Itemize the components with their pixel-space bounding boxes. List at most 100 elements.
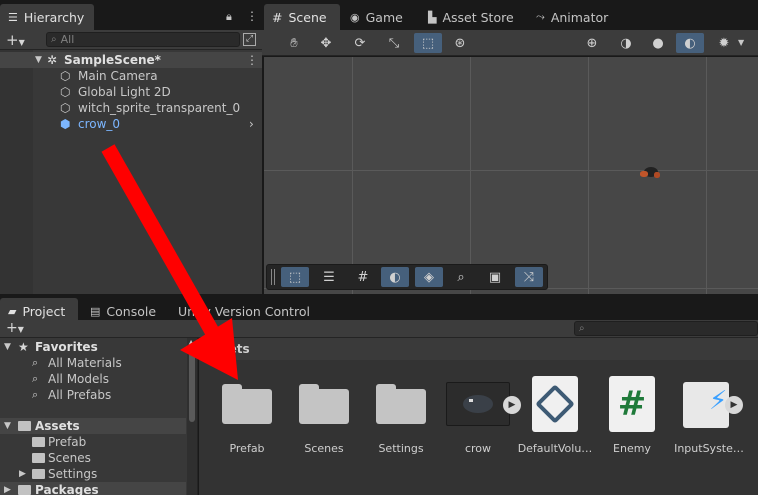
tree-item-settings[interactable]: ▶ Settings: [0, 466, 186, 482]
lock-icon[interactable]: 🔒︎: [226, 10, 232, 24]
asset-item-settings[interactable]: Settings: [363, 372, 439, 455]
gameobject-cube-icon: ⬡: [60, 69, 71, 83]
more-menu-icon[interactable]: ⋮: [246, 9, 258, 23]
chevron-right-icon[interactable]: ›: [249, 117, 254, 131]
expand-arrow-icon[interactable]: ▼: [35, 55, 42, 65]
asset-label: Enemy: [613, 442, 651, 455]
hierarchy-item-main-camera[interactable]: ⬡ Main Camera: [0, 68, 262, 84]
tab-game-label: Game: [365, 9, 403, 25]
hierarchy-item-label: witch_sprite_transparent_0: [78, 101, 241, 115]
shaded-wireframe-icon[interactable]: ◑: [612, 33, 640, 53]
tree-item-all-materials[interactable]: ⌕ All Materials: [0, 355, 186, 371]
unlit-shading-icon[interactable]: ◐: [676, 33, 704, 53]
scene-more-icon[interactable]: ⋮: [246, 53, 258, 67]
shuffle-icon[interactable]: ⤨: [515, 267, 543, 287]
layers-icon[interactable]: ◈: [415, 267, 443, 287]
scroll-up-icon[interactable]: ▲: [188, 338, 194, 347]
tree-item-scenes[interactable]: Scenes: [0, 450, 186, 466]
expand-arrow-icon[interactable]: ▼: [4, 342, 11, 352]
tree-item-label: Prefab: [48, 435, 87, 449]
folder-icon: [369, 372, 433, 436]
tab-animator-label: Animator: [550, 9, 609, 25]
hierarchy-item-global-light[interactable]: ⬡ Global Light 2D: [0, 84, 262, 100]
hierarchy-item-label: crow_0: [78, 117, 121, 131]
asset-item-scenes[interactable]: Scenes: [286, 372, 362, 455]
tree-item-assets[interactable]: ▼ Assets: [0, 418, 186, 434]
animator-icon: ⤳: [536, 10, 545, 23]
hand-tool-icon[interactable]: ✋︎: [280, 33, 308, 53]
zoom-icon[interactable]: ⌕: [447, 267, 475, 287]
asset-item-enemy[interactable]: # Enemy: [594, 372, 670, 455]
add-dropdown-button[interactable]: +▼: [6, 320, 24, 336]
folder-icon: [18, 485, 31, 495]
asset-item-input-system[interactable]: ⚡︎ ▶ InputSyste…: [671, 372, 747, 455]
scene-viewport[interactable]: [264, 57, 758, 294]
hierarchy-toolbar: +▼ ⌕ All ⤢: [0, 30, 262, 50]
wireframe-shading-icon[interactable]: ⊕: [578, 33, 606, 53]
prefab-cube-icon: ⬢: [60, 117, 71, 131]
scrollbar-thumb[interactable]: [189, 352, 195, 422]
expand-arrow-icon[interactable]: ▶: [19, 469, 26, 479]
hierarchy-tabbar: ☰ Hierarchy 🔒︎ ⋮: [0, 0, 262, 30]
tree-item-label: Packages: [35, 483, 99, 495]
tab-asset-store-label: Asset Store: [442, 9, 514, 25]
asset-item-crow[interactable]: ▶ crow: [440, 372, 521, 455]
tree-item-prefab[interactable]: Prefab: [0, 434, 186, 450]
scene-row[interactable]: ▼ ✲ SampleScene* ⋮: [0, 52, 262, 68]
tab-asset-store[interactable]: ▙ Asset Store: [420, 4, 524, 30]
scene-tabbar: # Scene ◉ Game ▙ Asset Store ⤳ Animator: [262, 0, 758, 30]
volume-profile-icon: [523, 372, 587, 436]
scene-visibility-icon[interactable]: ⤢: [243, 33, 256, 46]
add-dropdown-button[interactable]: +▼: [6, 31, 25, 49]
asset-label: crow: [464, 442, 492, 455]
rotate-tool-icon[interactable]: ⟳: [346, 33, 374, 53]
tree-item-packages[interactable]: ▶ Packages: [0, 482, 186, 495]
tree-item-all-prefabs[interactable]: ⌕ All Prefabs: [0, 387, 186, 403]
chevron-down-icon: ▼: [17, 325, 24, 334]
project-toolbar: +▼ ⌕: [0, 320, 758, 338]
hierarchy-item-crow[interactable]: ⬢ crow_0 ›: [0, 116, 262, 132]
gameobject-cube-icon: ⬡: [60, 101, 71, 115]
tree-item-favorites[interactable]: ▼ ★ Favorites: [0, 339, 186, 355]
scale-tool-icon[interactable]: ⤡: [380, 33, 408, 53]
tab-hierarchy[interactable]: ☰ Hierarchy: [0, 4, 94, 30]
tab-game[interactable]: ◉ Game: [342, 4, 413, 30]
tab-project-label: Project: [22, 303, 66, 319]
shaded-icon[interactable]: ●: [644, 33, 672, 53]
asset-item-default-volume[interactable]: DefaultVolu…: [517, 372, 593, 455]
list-icon: ☰: [8, 10, 18, 24]
project-folder-tree: ▼ ★ Favorites ⌕ All Materials ⌕ All Mode…: [0, 338, 198, 495]
tree-item-all-models[interactable]: ⌕ All Models: [0, 371, 186, 387]
rect-overlay-icon[interactable]: ⬚: [281, 267, 309, 287]
asset-label: DefaultVolu…: [517, 442, 593, 455]
expand-arrow-icon[interactable]: ▶: [4, 485, 11, 495]
folder-tree-scrollbar[interactable]: ▲: [187, 338, 197, 495]
move-tool-icon[interactable]: ✥: [312, 33, 340, 53]
folder-icon: ▰: [8, 304, 17, 318]
drag-handle-icon[interactable]: [271, 269, 275, 285]
debug-bug-icon[interactable]: ✹: [710, 33, 738, 53]
orientation-icon[interactable]: ◐: [381, 267, 409, 287]
asset-item-prefab[interactable]: Prefab: [209, 372, 285, 455]
rect-tool-icon[interactable]: ⬚: [414, 33, 442, 53]
tab-scene[interactable]: # Scene: [264, 4, 340, 30]
expand-arrow-icon[interactable]: ▼: [4, 421, 11, 431]
tab-scene-label: Scene: [288, 9, 327, 25]
hierarchy-item-witch-sprite[interactable]: ⬡ witch_sprite_transparent_0: [0, 100, 262, 116]
folder-icon: [215, 372, 279, 436]
search-icon: ⌕: [32, 356, 39, 369]
sliders-icon[interactable]: ☰: [315, 267, 343, 287]
tab-animator[interactable]: ⤳ Animator: [528, 4, 618, 30]
project-search-field[interactable]: ⌕: [574, 321, 758, 336]
folder-icon: [32, 453, 45, 463]
crow-sprite[interactable]: [638, 161, 664, 183]
hierarchy-search-field[interactable]: ⌕ All: [46, 32, 240, 47]
grid-snap-icon[interactable]: #: [349, 267, 377, 287]
scene-overlay-toolbar: ⬚ ☰ # ◐ ◈ ⌕ ▣ ⤨: [266, 264, 548, 290]
camera-icon[interactable]: ▣: [481, 267, 509, 287]
play-icon: ▶: [725, 396, 743, 414]
transform-tool-icon[interactable]: ⊛: [446, 33, 474, 53]
scene-name: SampleScene*: [64, 53, 161, 67]
chevron-down-icon[interactable]: ▼: [738, 38, 744, 47]
folder-icon: [32, 469, 45, 479]
